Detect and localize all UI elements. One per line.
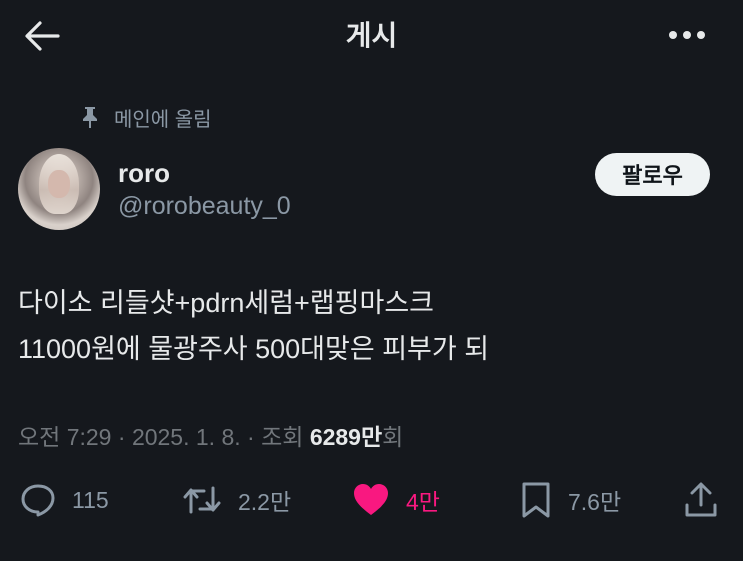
bookmark-count: 7.6만 [568,489,622,515]
more-options-button[interactable] [666,20,710,50]
avatar[interactable] [18,148,100,230]
meta-separator: · [247,424,255,450]
views-suffix: 회 [382,424,404,450]
follow-button[interactable]: 팔로우 [595,153,710,196]
share-icon [685,482,717,517]
top-bar: 게시 [0,0,743,72]
reply-icon [21,484,55,517]
pinned-indicator: 메인에 올림 [80,104,212,131]
meta-separator: · [117,424,126,450]
bookmark-button[interactable]: 7.6만 [520,478,621,522]
post-meta: 오전 7:29 · 2025. 1. 8. · 조회 6289만회 [18,418,403,452]
reply-count: 115 [72,486,109,513]
bookmark-icon [522,482,550,518]
share-button[interactable] [684,478,718,522]
heart-filled-icon [354,484,388,515]
like-button[interactable]: 4만 [352,478,440,522]
retweet-count: 2.2만 [238,489,292,515]
pin-icon [80,105,100,129]
author-name[interactable]: roro [118,158,170,189]
post-line: 다이소 리들샷+pdrn세럼+랩핑마스크 [18,288,434,318]
views-unit: 만 [360,424,383,450]
page-title: 게시 [345,20,398,51]
reply-button[interactable]: 115 [20,478,109,522]
author-handle[interactable]: @rorobeauty_0 [118,192,291,221]
pinned-label: 메인에 올림 [114,108,212,131]
post-line: 11000원에 물광주사 500대맞은 피부가 되 [18,334,490,364]
post-time: 오전 7:29 [18,424,112,450]
more-dots-icon [669,31,705,39]
retweet-icon [183,486,221,514]
post-date: 2025. 1. 8. [131,424,241,450]
post-text: 다이소 리들샷+pdrn세럼+랩핑마스크 11000원에 물광주사 500대맞은… [18,280,489,372]
retweet-button[interactable]: 2.2만 [182,478,291,522]
like-count: 4만 [406,489,440,515]
views-count: 6289 [309,424,361,450]
views-label: 조회 [261,424,304,450]
